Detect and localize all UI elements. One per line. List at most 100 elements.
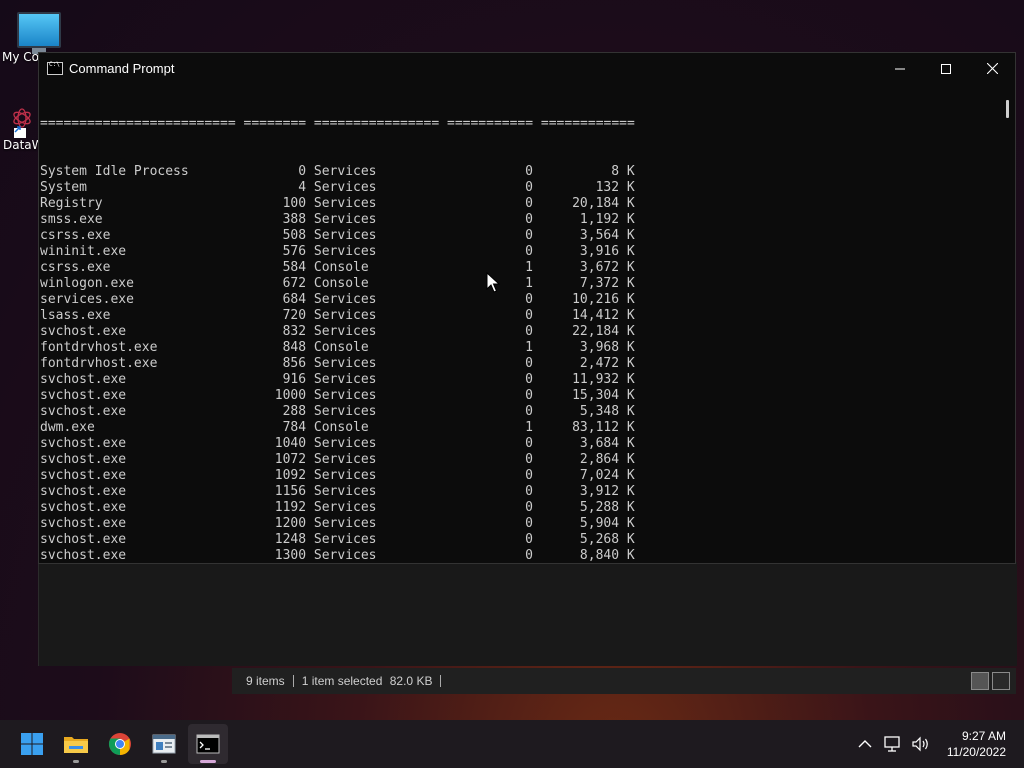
mem-usage-cell: 7,372 K <box>579 276 635 291</box>
volume-button[interactable] <box>909 732 933 756</box>
pid-cell: 1192 <box>274 500 307 515</box>
system-tray: 9:27 AM 11/20/2022 <box>849 728 1024 760</box>
mem-usage-cell: 5,904 K <box>579 516 635 531</box>
pid-cell: 856 <box>282 356 307 371</box>
mem-usage-cell: 3,684 K <box>579 436 635 451</box>
mem-usage-cell: 1,192 K <box>579 212 635 227</box>
active-indicator <box>200 760 216 763</box>
large-icons-view-icon[interactable] <box>992 672 1010 690</box>
pid-cell: 1300 <box>274 548 307 563</box>
taskbar-app-window[interactable] <box>144 724 184 764</box>
mem-usage-cell: 83,112 K <box>572 420 635 435</box>
scrollbar-thumb[interactable] <box>1006 100 1009 118</box>
details-view-icon[interactable] <box>971 672 989 690</box>
vertical-scrollbar[interactable] <box>999 84 1015 563</box>
mem-usage-cell: 2,472 K <box>579 356 635 371</box>
pid-cell: 684 <box>282 292 307 307</box>
image-name-cell: dwm.exe <box>40 420 95 435</box>
process-row: smss.exe 388 Services 0 1,192 K <box>40 212 999 228</box>
mem-usage-cell: 3,916 K <box>579 244 635 259</box>
image-name-cell: svchost.exe <box>40 324 127 339</box>
image-name-cell: svchost.exe <box>40 548 127 563</box>
session-num-cell: 0 <box>525 308 533 323</box>
image-name-cell: fontdrvhost.exe <box>40 356 158 371</box>
mem-usage-cell: 8,840 K <box>579 548 635 563</box>
selected-size: 82.0 KB <box>389 674 433 688</box>
session-name-cell: Console <box>313 276 369 291</box>
process-row: svchost.exe 1072 Services 0 2,864 K <box>40 452 999 468</box>
session-num-cell: 0 <box>525 452 533 467</box>
desktop-icon-datawrapper[interactable]: DataW <box>0 104 38 152</box>
console-output[interactable]: ========================= ======== =====… <box>39 84 999 563</box>
session-num-cell: 0 <box>525 468 533 483</box>
network-icon <box>884 736 900 752</box>
process-row: Registry 100 Services 0 20,184 K <box>40 196 999 212</box>
process-row: svchost.exe 1040 Services 0 3,684 K <box>40 436 999 452</box>
session-num-cell: 0 <box>525 532 533 547</box>
session-name-cell: Services <box>313 356 377 371</box>
taskbar-command-prompt[interactable] <box>188 724 228 764</box>
minimize-button[interactable] <box>877 53 923 84</box>
command-prompt-window[interactable]: Command Prompt =========================… <box>38 52 1016 564</box>
process-row: lsass.exe 720 Services 0 14,412 K <box>40 308 999 324</box>
minimize-icon <box>895 68 905 69</box>
process-row: svchost.exe 832 Services 0 22,184 K <box>40 324 999 340</box>
image-name-cell: svchost.exe <box>40 404 127 419</box>
session-num-cell: 0 <box>525 180 533 195</box>
show-hidden-icons-button[interactable] <box>853 732 877 756</box>
pid-cell: 784 <box>282 420 307 435</box>
session-name-cell: Services <box>313 468 377 483</box>
image-name-cell: svchost.exe <box>40 436 127 451</box>
process-row: svchost.exe 1300 Services 0 8,840 K <box>40 548 999 563</box>
network-button[interactable] <box>881 732 905 756</box>
title-bar[interactable]: Command Prompt <box>39 53 1015 84</box>
image-name-cell: svchost.exe <box>40 500 127 515</box>
maximize-button[interactable] <box>923 53 969 84</box>
image-name-cell: fontdrvhost.exe <box>40 340 158 355</box>
computer-icon <box>17 12 61 54</box>
session-name-cell: Services <box>313 388 377 403</box>
image-name-cell: smss.exe <box>40 212 103 227</box>
process-row: wininit.exe 576 Services 0 3,916 K <box>40 244 999 260</box>
session-name-cell: Services <box>313 196 377 211</box>
desktop-icon-label: DataW <box>3 138 38 152</box>
image-name-cell: svchost.exe <box>40 372 127 387</box>
mem-usage-cell: 8 K <box>611 164 635 179</box>
taskbar-chrome[interactable] <box>100 724 140 764</box>
app-window-icon <box>152 734 176 754</box>
session-name-cell: Services <box>313 532 377 547</box>
clock[interactable]: 9:27 AM 11/20/2022 <box>947 728 1006 760</box>
image-name-cell: csrss.exe <box>40 260 111 275</box>
taskbar-file-explorer[interactable] <box>56 724 96 764</box>
mouse-cursor-icon <box>486 272 500 293</box>
mem-usage-cell: 7,024 K <box>579 468 635 483</box>
session-name-cell: Console <box>313 420 369 435</box>
pid-cell: 584 <box>282 260 307 275</box>
process-row: svchost.exe 1248 Services 0 5,268 K <box>40 532 999 548</box>
session-name-cell: Services <box>313 324 377 339</box>
start-button[interactable] <box>12 724 52 764</box>
process-row: svchost.exe 1200 Services 0 5,904 K <box>40 516 999 532</box>
mem-usage-cell: 3,672 K <box>579 260 635 275</box>
datawrapper-shortcut-icon <box>4 104 34 140</box>
session-name-cell: Services <box>313 404 377 419</box>
pid-cell: 848 <box>282 340 307 355</box>
selected-count: 1 item selected <box>301 674 383 688</box>
mem-usage-cell: 3,968 K <box>579 340 635 355</box>
pid-cell: 832 <box>282 324 307 339</box>
taskbar: 9:27 AM 11/20/2022 <box>0 720 1024 768</box>
mem-usage-cell: 11,932 K <box>572 372 635 387</box>
pid-cell: 1092 <box>274 468 307 483</box>
close-button[interactable] <box>969 53 1015 84</box>
session-num-cell: 0 <box>525 196 533 211</box>
window-controls <box>877 53 1015 84</box>
items-count: 9 items <box>246 674 285 688</box>
explorer-status-bar: 9 items 1 item selected 82.0 KB <box>232 668 1016 694</box>
pid-cell: 0 <box>298 164 307 179</box>
process-row: svchost.exe 288 Services 0 5,348 K <box>40 404 999 420</box>
image-name-cell: svchost.exe <box>40 532 127 547</box>
mem-usage-cell: 22,184 K <box>572 324 635 339</box>
process-row: svchost.exe 1092 Services 0 7,024 K <box>40 468 999 484</box>
process-row: dwm.exe 784 Console 1 83,112 K <box>40 420 999 436</box>
session-num-cell: 0 <box>525 404 533 419</box>
